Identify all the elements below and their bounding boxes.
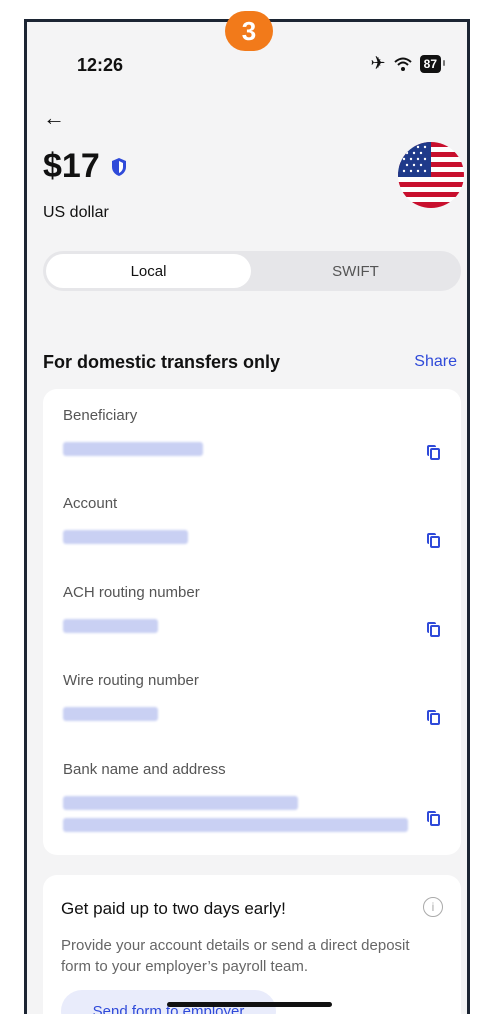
bank-name-field: Bank name and address	[63, 761, 441, 832]
beneficiary-field: Beneficiary	[63, 407, 441, 460]
home-indicator	[167, 1002, 332, 1007]
redacted-value	[63, 619, 158, 633]
redacted-value	[63, 818, 408, 832]
share-link[interactable]: Share	[414, 353, 457, 371]
redacted-value	[63, 530, 188, 544]
back-arrow-icon[interactable]: ←	[43, 106, 65, 130]
field-label: Account	[63, 495, 118, 512]
copy-icon[interactable]	[427, 710, 441, 726]
wifi-icon	[393, 57, 412, 71]
shield-icon[interactable]	[110, 157, 128, 177]
redacted-value	[63, 442, 203, 456]
phone-screen: 12:26 ✈ 87 ← $17 US dollar Local SWIFT F…	[24, 19, 470, 1014]
promo-title: Get paid up to two days early!	[61, 899, 286, 918]
tab-swift[interactable]: SWIFT	[253, 254, 458, 288]
balance-amount: $17	[43, 147, 100, 185]
field-label: Wire routing number	[63, 672, 199, 689]
account-field: Account	[63, 495, 441, 548]
currency-name: US dollar	[43, 204, 109, 221]
section-title: For domestic transfers only	[43, 352, 281, 372]
status-time: 12:26	[77, 55, 124, 75]
ach-routing-field: ACH routing number	[63, 584, 441, 637]
field-label: Bank name and address	[63, 761, 226, 778]
field-label: ACH routing number	[63, 584, 200, 601]
redacted-value	[63, 796, 298, 810]
copy-icon[interactable]	[427, 445, 441, 461]
battery-icon: 87	[419, 54, 446, 73]
balance-row: $17	[43, 147, 128, 186]
status-icons: ✈ 87	[370, 53, 446, 74]
copy-icon[interactable]	[427, 622, 441, 638]
redacted-value	[63, 707, 158, 721]
airplane-mode-icon: ✈	[370, 53, 386, 73]
copy-icon[interactable]	[427, 533, 441, 549]
step-number-badge: 3	[225, 11, 273, 51]
early-pay-card: Get paid up to two days early! i Provide…	[43, 875, 461, 1014]
info-icon[interactable]: i	[423, 897, 443, 917]
us-flag-icon	[398, 142, 464, 208]
promo-description: Provide your account details or send a d…	[61, 937, 410, 975]
transfer-type-tabs: Local SWIFT	[43, 251, 461, 291]
field-label: Beneficiary	[63, 407, 138, 424]
copy-icon[interactable]	[427, 811, 441, 827]
account-details-card: Beneficiary Account ACH routing number W…	[43, 389, 461, 855]
wire-routing-field: Wire routing number	[63, 672, 441, 725]
tab-local[interactable]: Local	[46, 254, 251, 288]
